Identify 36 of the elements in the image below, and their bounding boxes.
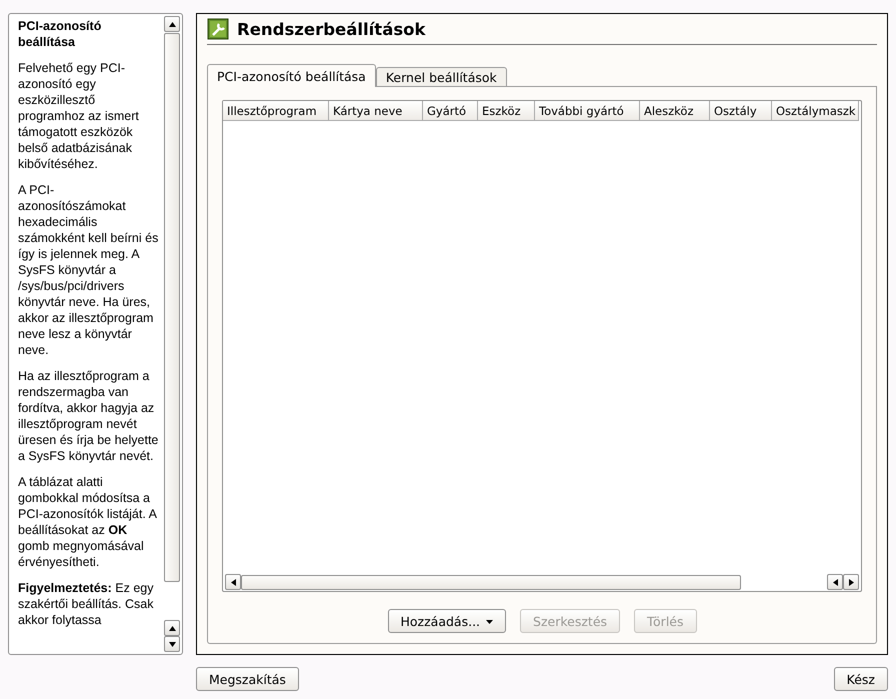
column-header[interactable]: Kártya neve xyxy=(329,101,423,121)
tab[interactable]: Kernel beállítások xyxy=(376,67,507,87)
scroll-left-button[interactable] xyxy=(225,574,241,590)
help-title: PCI-azonosító beállítása xyxy=(18,18,102,50)
tab[interactable]: PCI-azonosító beállítása xyxy=(207,64,376,87)
help-paragraph: Figyelmeztetés: Ez egy szakértői beállítás. Csak akkor folytassa xyxy=(18,580,154,628)
column-header[interactable]: Aleszköz xyxy=(640,101,710,121)
scrollbar-thumb[interactable] xyxy=(164,33,180,582)
wrench-icon xyxy=(207,18,229,40)
caret-icon xyxy=(486,618,494,624)
done-button[interactable]: Kész xyxy=(834,667,888,691)
help-paragraph: Felvehető egy PCI-azonosító egy eszközillesztő programhoz az ismert támogatott eszközök belső adatbázisának kibővítéséhez. xyxy=(18,60,140,172)
scrollbar-thumb[interactable] xyxy=(241,574,741,590)
left-arrow-icon xyxy=(230,578,236,586)
column-header[interactable]: Osztálymaszk xyxy=(772,101,859,121)
help-paragraph: A PCI-azonosítószámokat hexadecimális számokként kell beírni és így is jelennek meg. A SysFS könyvtár a /sys/bus/pci/drivers könyvtár neve. Ha üres, akkor az illesztőprogram neve lesz a könyvtár neve. xyxy=(18,182,160,358)
down-arrow-icon xyxy=(168,640,176,648)
left-arrow-icon xyxy=(832,578,838,586)
cancel-button[interactable]: Megszakítás xyxy=(196,667,299,691)
scroll-left-button[interactable] xyxy=(827,574,843,590)
scroll-down-button[interactable] xyxy=(164,636,180,652)
help-paragraph: A táblázat alatti gombokkal módosítsa a PCI-azonosítók listáját. A beállításokat az OK gomb megnyomásával érvényesítheti. xyxy=(18,474,158,570)
help-paragraph: Ha az illesztőprogram a rendszermagba van fordítva, akkor hagyja az illesztőprogram nevét üresen és írja be helyette a SysFS könyvtár nevét. xyxy=(18,368,160,464)
scroll-up-button[interactable] xyxy=(164,16,180,32)
column-header[interactable]: Eszköz xyxy=(478,101,535,121)
scroll-right-button[interactable] xyxy=(843,574,859,590)
action-button[interactable]: Hozzáadás... xyxy=(388,609,506,633)
right-arrow-icon xyxy=(848,578,854,586)
up-arrow-icon xyxy=(168,624,176,632)
scroll-up-button[interactable] xyxy=(164,620,180,636)
up-arrow-icon xyxy=(168,20,176,28)
column-header[interactable]: Illesztőprogram xyxy=(223,101,329,121)
column-header[interactable]: Osztály xyxy=(710,101,772,121)
column-header[interactable]: További gyártó xyxy=(535,101,640,121)
window-title: Rendszerbeállítások xyxy=(237,20,426,38)
column-header[interactable]: Gyártó xyxy=(423,101,478,121)
